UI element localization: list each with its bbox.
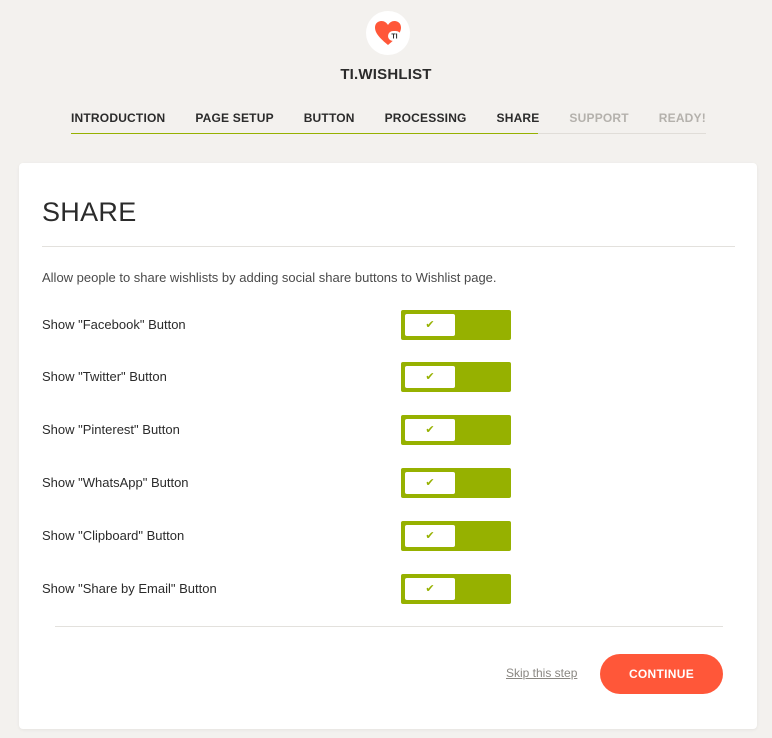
- twitter-toggle[interactable]: ✔: [401, 362, 511, 392]
- step-ready: READY!: [658, 111, 706, 125]
- option-row-facebook: Show "Facebook" Button ✔: [42, 310, 512, 340]
- toggle-knob: ✔: [405, 366, 455, 388]
- toggle-knob: ✔: [405, 578, 455, 600]
- wizard-steps: INTRODUCTION PAGE SETUP BUTTON PROCESSIN…: [71, 104, 706, 134]
- title-divider: [42, 246, 735, 247]
- continue-button[interactable]: CONTINUE: [600, 654, 723, 694]
- skip-step-link[interactable]: Skip this step: [506, 666, 577, 680]
- intro-text: Allow people to share wishlists by addin…: [42, 270, 497, 285]
- option-label: Show "Clipboard" Button: [42, 528, 185, 543]
- option-row-whatsapp: Show "WhatsApp" Button ✔: [42, 468, 512, 498]
- toggle-knob: ✔: [405, 525, 455, 547]
- step-page-setup[interactable]: PAGE SETUP: [195, 104, 273, 133]
- option-row-twitter: Show "Twitter" Button ✔: [42, 362, 512, 392]
- check-icon: ✔: [425, 476, 435, 489]
- heart-logo-icon: TI: [375, 21, 401, 45]
- clipboard-toggle[interactable]: ✔: [401, 521, 511, 551]
- step-processing[interactable]: PROCESSING: [385, 104, 467, 133]
- page-title: SHARE: [42, 197, 137, 227]
- pinterest-toggle[interactable]: ✔: [401, 415, 511, 445]
- logo: TI: [366, 11, 410, 55]
- whatsapp-toggle[interactable]: ✔: [401, 468, 511, 498]
- option-row-email: Show "Share by Email" Button ✔: [42, 574, 512, 604]
- share-settings-card: SHARE Allow people to share wishlists by…: [19, 163, 757, 729]
- check-icon: ✔: [425, 370, 435, 383]
- footer-divider: [55, 626, 723, 627]
- brand-name: TI.WISHLIST: [340, 66, 432, 83]
- option-row-clipboard: Show "Clipboard" Button ✔: [42, 521, 512, 551]
- option-label: Show "Twitter" Button: [42, 369, 167, 384]
- option-label: Show "Pinterest" Button: [42, 422, 180, 437]
- option-row-pinterest: Show "Pinterest" Button ✔: [42, 415, 512, 445]
- step-share[interactable]: SHARE: [497, 104, 540, 133]
- check-icon: ✔: [425, 529, 435, 542]
- step-introduction[interactable]: INTRODUCTION: [71, 104, 165, 133]
- wizard-header: TI TI.WISHLIST INTRODUCTION PAGE SETUP B…: [0, 0, 772, 160]
- logo-badge-text: TI: [391, 34, 397, 41]
- toggle-knob: ✔: [405, 472, 455, 494]
- step-support: SUPPORT: [569, 111, 629, 125]
- option-label: Show "Share by Email" Button: [42, 581, 217, 596]
- check-icon: ✔: [425, 423, 435, 436]
- toggle-knob: ✔: [405, 419, 455, 441]
- facebook-toggle[interactable]: ✔: [401, 310, 511, 340]
- check-icon: ✔: [425, 318, 435, 331]
- step-button[interactable]: BUTTON: [304, 104, 355, 133]
- option-label: Show "WhatsApp" Button: [42, 475, 189, 490]
- email-toggle[interactable]: ✔: [401, 574, 511, 604]
- option-label: Show "Facebook" Button: [42, 317, 186, 332]
- check-icon: ✔: [425, 582, 435, 595]
- steps-progress-line: [71, 133, 538, 134]
- toggle-knob: ✔: [405, 314, 455, 336]
